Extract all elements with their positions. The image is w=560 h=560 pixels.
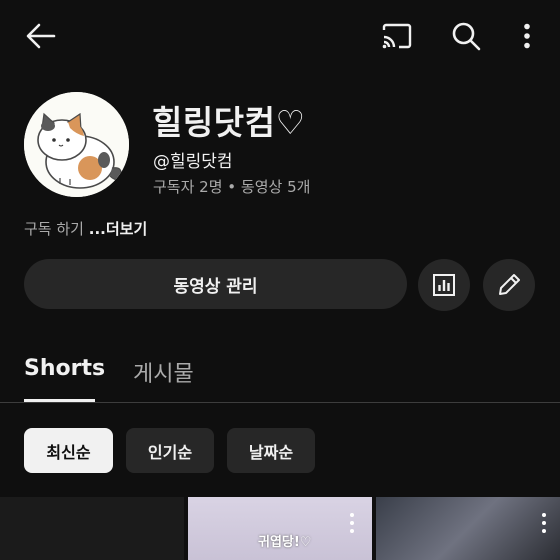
tab-posts[interactable]: 게시물 <box>133 356 194 388</box>
channel-description[interactable]: 구독 하기 ...더보기 <box>24 218 147 239</box>
top-app-bar <box>0 0 560 72</box>
chip-latest[interactable]: 최신순 <box>24 428 113 473</box>
more-options-button[interactable] <box>510 16 544 56</box>
more-vertical-icon <box>524 23 530 49</box>
chip-oldest[interactable]: 날짜순 <box>227 428 315 473</box>
more-vertical-icon[interactable] <box>348 512 356 534</box>
search-icon <box>452 22 481 51</box>
cast-icon <box>382 23 412 49</box>
search-button[interactable] <box>445 16 487 56</box>
analytics-icon <box>433 274 455 296</box>
arrow-back-icon <box>26 23 56 49</box>
shorts-item[interactable] <box>376 497 560 560</box>
channel-name: 힐링닷컴♡ <box>152 103 306 142</box>
channel-stats: 구독자 2명 • 동영상 5개 <box>153 178 311 196</box>
more-vertical-icon[interactable] <box>540 512 548 534</box>
channel-tabs: Shorts 게시물 <box>0 340 560 403</box>
channel-handle: @힐링닷컴 <box>153 152 233 172</box>
shorts-item[interactable] <box>0 497 184 560</box>
tab-selected-indicator <box>24 399 95 402</box>
cast-button[interactable] <box>376 16 418 56</box>
tab-shorts[interactable]: Shorts <box>24 356 105 381</box>
channel-header: 힐링닷컴♡ @힐링닷컴 구독자 2명 • 동영상 5개 <box>24 92 544 197</box>
pencil-icon <box>499 274 520 295</box>
avatar[interactable] <box>24 92 129 197</box>
description-more-link[interactable]: ...더보기 <box>89 220 148 238</box>
analytics-button[interactable] <box>418 259 470 311</box>
shorts-grid: 귀엽당!♡ <box>0 497 560 560</box>
cat-avatar-icon <box>24 92 129 197</box>
back-button[interactable] <box>20 16 62 56</box>
manage-videos-button[interactable]: 동영상 관리 <box>24 259 407 309</box>
description-text: 구독 하기 <box>24 220 89 238</box>
shorts-item[interactable]: 귀엽당!♡ <box>188 497 372 560</box>
edit-channel-button[interactable] <box>483 259 535 311</box>
chip-popular[interactable]: 인기순 <box>126 428 214 473</box>
shorts-caption: 귀엽당!♡ <box>258 535 312 550</box>
